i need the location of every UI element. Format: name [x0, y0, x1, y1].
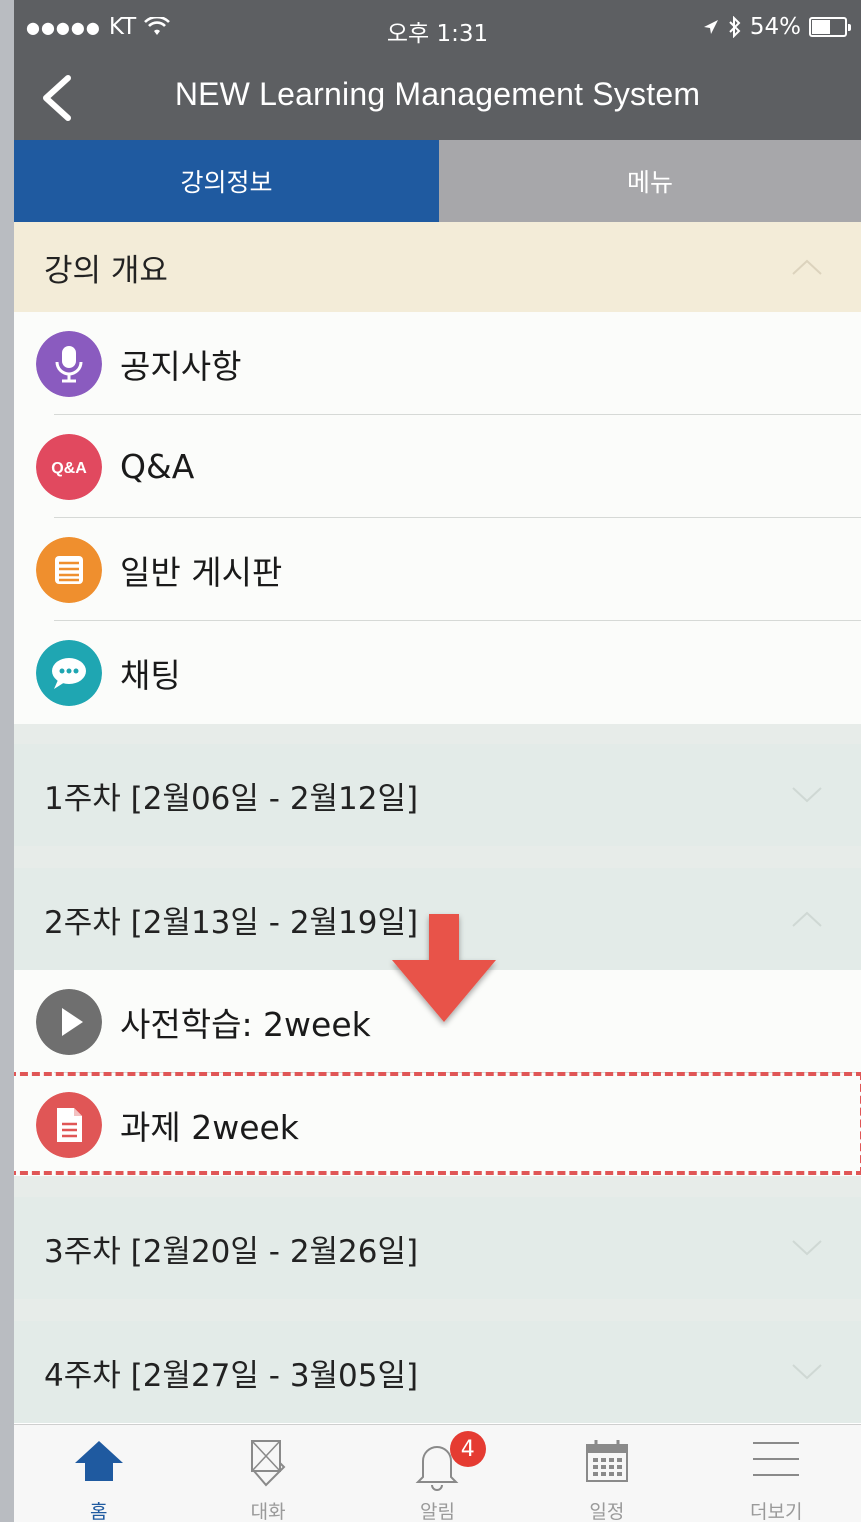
chevron-up-icon — [792, 259, 822, 275]
chevron-up-icon — [792, 911, 822, 927]
list-item-label: 사전학습: 2week — [120, 1004, 371, 1044]
top-tabs: 강의정보 메뉴 — [14, 140, 861, 222]
section-title: 3주차 [2월20일 - 2월26일] — [44, 1233, 419, 1270]
status-bar: ●●●●● KT 오후 1:31 54% — [14, 0, 861, 58]
section-gap — [14, 1299, 861, 1321]
battery-icon — [809, 17, 851, 37]
tab-label: 일정 — [589, 1501, 625, 1522]
tab-label: 대화 — [250, 1501, 286, 1522]
bottom-tab-schedule[interactable]: 일정 — [522, 1425, 691, 1522]
section-title: 1주차 [2월06일 - 2월12일] — [44, 780, 419, 817]
annotation-arrow-icon — [392, 914, 496, 1022]
list-item-chat[interactable]: 채팅 — [14, 621, 861, 724]
qa-icon: Q&A — [36, 433, 102, 500]
bottom-tab-conversation[interactable]: 대화 — [183, 1425, 352, 1522]
microphone-icon — [36, 330, 102, 397]
chat-icon — [36, 639, 102, 706]
list-item-assignment[interactable]: 과제 2week — [14, 1073, 861, 1176]
list-item-label: 채팅 — [120, 655, 181, 695]
list-item-label: 공지사항 — [120, 346, 242, 386]
page-title: NEW Learning Management System — [174, 76, 701, 112]
qa-icon-text: Q&A — [51, 460, 87, 477]
list-item-label: 일반 게시판 — [120, 552, 283, 592]
document-icon — [36, 1091, 102, 1158]
list-item-qa[interactable]: Q&A Q&A — [14, 415, 861, 518]
bottom-tab-bar: 홈 대화 4 알림 일정 더보기 — [14, 1424, 861, 1522]
section-title: 4주차 [2월27일 - 3월05일] — [44, 1357, 419, 1394]
location-icon — [703, 20, 718, 34]
bottom-tab-alerts[interactable]: 4 알림 — [353, 1425, 522, 1522]
bottom-tab-more[interactable]: 더보기 — [692, 1425, 861, 1522]
tab-course-info[interactable]: 강의정보 — [14, 140, 439, 222]
section-week-1[interactable]: 1주차 [2월06일 - 2월12일] — [14, 744, 861, 846]
list-icon — [36, 536, 102, 603]
nav-header: NEW Learning Management System — [14, 58, 861, 140]
bluetooth-icon — [729, 16, 741, 38]
list-item-label: Q&A — [120, 447, 195, 486]
section-title: 강의 개요 — [44, 252, 168, 289]
section-title: 2주차 [2월13일 - 2월19일] — [44, 904, 419, 941]
calendar-icon — [585, 1440, 628, 1482]
app-screen: ●●●●● KT 오후 1:31 54% NEW Learning Manage… — [14, 0, 861, 1522]
chevron-down-icon — [792, 1364, 822, 1380]
section-gap — [14, 1176, 861, 1197]
section-week-3[interactable]: 3주차 [2월20일 - 2월26일] — [14, 1197, 861, 1299]
play-icon — [36, 988, 102, 1055]
list-item-notice[interactable]: 공지사항 — [14, 312, 861, 415]
conversation-icon — [251, 1440, 286, 1487]
chevron-down-icon — [792, 1240, 822, 1256]
section-gap — [14, 724, 861, 744]
tab-label: 홈 — [89, 1501, 108, 1522]
list-item-board[interactable]: 일반 게시판 — [14, 518, 861, 621]
section-course-overview[interactable]: 강의 개요 — [14, 222, 861, 312]
notification-badge: 4 — [449, 1431, 486, 1467]
battery-percent: 54% — [749, 14, 801, 40]
list-item-label: 과제 2week — [120, 1107, 299, 1147]
tab-menu[interactable]: 메뉴 — [439, 140, 861, 222]
status-right: 54% — [702, 14, 851, 40]
chevron-down-icon — [792, 787, 822, 803]
section-week-4[interactable]: 4주차 [2월27일 - 3월05일] — [14, 1321, 861, 1423]
bottom-tab-home[interactable]: 홈 — [14, 1425, 183, 1522]
home-icon — [74, 1441, 123, 1481]
section-gap — [14, 846, 861, 868]
tab-label: 알림 — [419, 1501, 455, 1522]
tab-label: 더보기 — [750, 1501, 803, 1522]
menu-icon — [753, 1442, 800, 1476]
